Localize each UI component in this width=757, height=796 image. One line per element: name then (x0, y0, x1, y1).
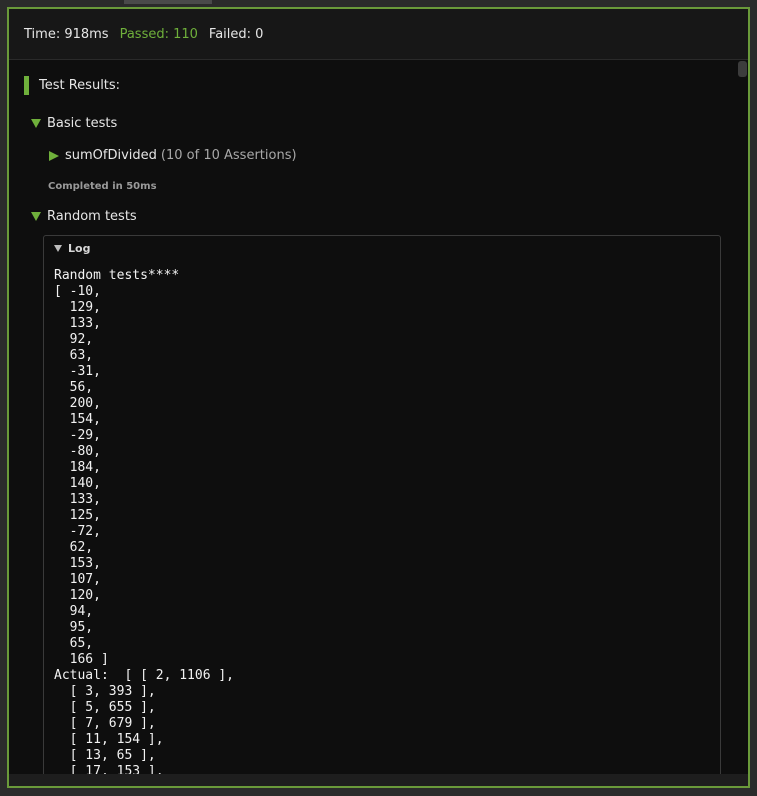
log-line: 92, (54, 332, 94, 347)
group-title-label: Random tests (47, 209, 137, 224)
test-results-header: Test Results: (24, 76, 120, 95)
log-line: Actual: [ [ 2, 1106 ], (54, 668, 235, 683)
log-line: 200, (54, 396, 101, 411)
log-line: 56, (54, 380, 94, 395)
log-line: 94, (54, 604, 94, 619)
test-item-sumofdivided[interactable]: sumOfDivided (10 of 10 Assertions) (49, 148, 297, 163)
log-line: 62, (54, 540, 94, 555)
log-line: [ 13, 65 ], (54, 748, 156, 763)
log-line: [ 11, 154 ], (54, 732, 164, 747)
log-line: 184, (54, 460, 101, 475)
log-line: -80, (54, 444, 101, 459)
log-line: 133, (54, 316, 101, 331)
log-line: -72, (54, 524, 101, 539)
log-line: -29, (54, 428, 101, 443)
failed-stat: Failed: 0 (208, 26, 264, 42)
log-line: 125, (54, 508, 101, 523)
assertion-count: (10 of 10 Assertions) (160, 148, 297, 163)
log-line: 129, (54, 300, 101, 315)
log-line: 154, (54, 412, 101, 427)
log-line: [ -10, (54, 284, 101, 299)
log-line: 153, (54, 556, 101, 571)
test-results-panel: Time: 918ms Passed: 110 Failed: 0 Test R… (7, 7, 750, 788)
log-expand-icon (54, 245, 62, 252)
group-basic-tests[interactable]: Basic tests (31, 116, 117, 131)
group-random-tests[interactable]: Random tests (31, 209, 137, 224)
log-line: -31, (54, 364, 101, 379)
log-line: [ 7, 679 ], (54, 716, 156, 731)
log-line: 166 ] (54, 652, 109, 667)
expand-triangle-icon (31, 212, 41, 221)
log-line: Random tests**** (54, 268, 180, 283)
log-line: 140, (54, 476, 101, 491)
log-line: [ 3, 393 ], (54, 684, 156, 699)
time-stat: Time: 918ms (24, 26, 109, 42)
passed-stat: Passed: 110 (119, 26, 198, 42)
log-line: 120, (54, 588, 101, 603)
group-title-label: Basic tests (47, 116, 118, 131)
test-name: sumOfDivided (65, 148, 157, 163)
log-line: 63, (54, 348, 94, 363)
log-line: 107, (54, 572, 101, 587)
horizontal-scrollbar[interactable] (9, 774, 748, 786)
log-toggle[interactable]: Log (54, 242, 90, 255)
log-line: 133, (54, 492, 101, 507)
stats-bar: Time: 918ms Passed: 110 Failed: 0 (9, 9, 748, 60)
log-line: [ 17, 153 ], (54, 764, 164, 774)
log-label: Log (68, 242, 91, 255)
completed-time: Completed in 50ms (48, 181, 157, 192)
window-tab-nub (124, 0, 212, 4)
log-line: 65, (54, 636, 94, 651)
log-panel: Log Random tests****[ -10, 129, 133, 92,… (43, 235, 721, 774)
log-line: [ 5, 655 ], (54, 700, 156, 715)
collapsed-triangle-icon (49, 150, 59, 161)
expand-triangle-icon (31, 119, 41, 128)
results-content: Test Results: Basic tests sumOfDivided (… (9, 60, 736, 774)
log-output: Random tests****[ -10, 129, 133, 92, 63,… (54, 268, 234, 774)
log-line: 95, (54, 620, 94, 635)
scrollbar-thumb[interactable] (738, 61, 747, 77)
vertical-scrollbar[interactable] (736, 60, 748, 774)
